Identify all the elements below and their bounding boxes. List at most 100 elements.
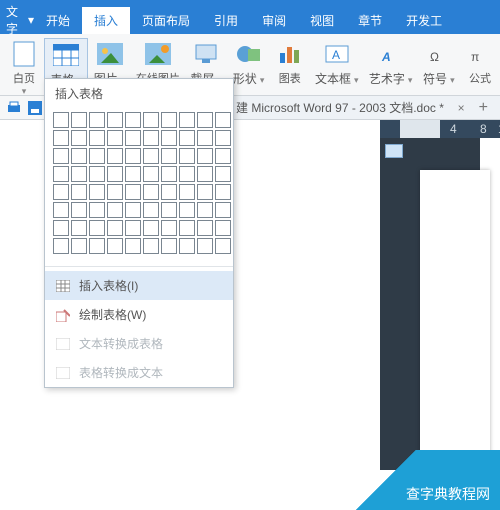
- grid-cell[interactable]: [89, 112, 105, 128]
- tab-developer[interactable]: 开发工: [394, 7, 454, 34]
- grid-cell[interactable]: [125, 220, 141, 236]
- grid-cell[interactable]: [53, 166, 69, 182]
- grid-cell[interactable]: [197, 166, 213, 182]
- grid-cell[interactable]: [125, 112, 141, 128]
- grid-cell[interactable]: [53, 220, 69, 236]
- grid-cell[interactable]: [53, 184, 69, 200]
- grid-cell[interactable]: [161, 220, 177, 236]
- grid-cell[interactable]: [107, 166, 123, 182]
- textbox-button[interactable]: A 文本框 ▾: [310, 38, 364, 89]
- grid-cell[interactable]: [215, 148, 231, 164]
- chart-button[interactable]: 图表: [270, 38, 310, 88]
- grid-cell[interactable]: [161, 238, 177, 254]
- tab-layout[interactable]: 页面布局: [130, 7, 202, 34]
- grid-cell[interactable]: [107, 202, 123, 218]
- grid-cell[interactable]: [197, 220, 213, 236]
- new-doc-button[interactable]: +: [473, 99, 494, 117]
- grid-cell[interactable]: [161, 112, 177, 128]
- grid-cell[interactable]: [161, 148, 177, 164]
- grid-cell[interactable]: [143, 112, 159, 128]
- grid-cell[interactable]: [125, 166, 141, 182]
- save-icon[interactable]: [28, 101, 42, 115]
- grid-cell[interactable]: [215, 166, 231, 182]
- grid-cell[interactable]: [89, 130, 105, 146]
- document-tab[interactable]: Microsoft Word 97 - 2003 文档.doc *: [251, 99, 444, 116]
- grid-cell[interactable]: [179, 166, 195, 182]
- grid-cell[interactable]: [179, 112, 195, 128]
- grid-cell[interactable]: [89, 238, 105, 254]
- grid-cell[interactable]: [215, 202, 231, 218]
- grid-cell[interactable]: [215, 112, 231, 128]
- grid-cell[interactable]: [89, 220, 105, 236]
- document-page[interactable]: [420, 170, 490, 490]
- grid-cell[interactable]: [143, 202, 159, 218]
- grid-cell[interactable]: [161, 184, 177, 200]
- grid-cell[interactable]: [197, 112, 213, 128]
- formula-button[interactable]: π 公式: [460, 38, 500, 88]
- grid-cell[interactable]: [197, 184, 213, 200]
- grid-cell[interactable]: [143, 166, 159, 182]
- grid-cell[interactable]: [107, 220, 123, 236]
- close-doc-button[interactable]: ×: [450, 101, 473, 115]
- grid-cell[interactable]: [71, 130, 87, 146]
- app-label[interactable]: 文字▾: [6, 6, 34, 34]
- grid-cell[interactable]: [179, 148, 195, 164]
- grid-cell[interactable]: [161, 130, 177, 146]
- grid-cell[interactable]: [215, 184, 231, 200]
- grid-cell[interactable]: [161, 166, 177, 182]
- grid-cell[interactable]: [125, 184, 141, 200]
- grid-cell[interactable]: [143, 130, 159, 146]
- grid-cell[interactable]: [71, 148, 87, 164]
- grid-cell[interactable]: [71, 202, 87, 218]
- grid-cell[interactable]: [179, 202, 195, 218]
- grid-cell[interactable]: [179, 130, 195, 146]
- tab-references[interactable]: 引用: [202, 7, 250, 34]
- grid-cell[interactable]: [71, 166, 87, 182]
- grid-cell[interactable]: [179, 238, 195, 254]
- grid-cell[interactable]: [143, 220, 159, 236]
- grid-cell[interactable]: [89, 202, 105, 218]
- grid-cell[interactable]: [125, 238, 141, 254]
- tab-review[interactable]: 审阅: [250, 7, 298, 34]
- tab-insert[interactable]: 插入: [82, 7, 130, 34]
- paste-options-icon[interactable]: [385, 144, 403, 158]
- grid-cell[interactable]: [53, 130, 69, 146]
- grid-cell[interactable]: [143, 238, 159, 254]
- grid-cell[interactable]: [215, 238, 231, 254]
- grid-cell[interactable]: [143, 184, 159, 200]
- grid-cell[interactable]: [107, 184, 123, 200]
- grid-cell[interactable]: [125, 130, 141, 146]
- grid-cell[interactable]: [71, 238, 87, 254]
- grid-cell[interactable]: [143, 148, 159, 164]
- grid-cell[interactable]: [179, 184, 195, 200]
- grid-cell[interactable]: [71, 220, 87, 236]
- print-icon[interactable]: [6, 101, 22, 115]
- menu-insert-table[interactable]: 插入表格(I): [45, 271, 233, 300]
- grid-cell[interactable]: [215, 220, 231, 236]
- wordart-button[interactable]: A 艺术字 ▾: [364, 38, 418, 89]
- grid-cell[interactable]: [89, 166, 105, 182]
- grid-cell[interactable]: [53, 112, 69, 128]
- table-size-grid[interactable]: [45, 108, 233, 262]
- tab-view[interactable]: 视图: [298, 7, 346, 34]
- grid-cell[interactable]: [197, 148, 213, 164]
- symbol-button[interactable]: Ω 符号 ▾: [418, 38, 460, 89]
- grid-cell[interactable]: [53, 202, 69, 218]
- blank-page-button[interactable]: 白页▾: [4, 38, 44, 99]
- grid-cell[interactable]: [197, 130, 213, 146]
- grid-cell[interactable]: [125, 202, 141, 218]
- grid-cell[interactable]: [107, 238, 123, 254]
- grid-cell[interactable]: [107, 148, 123, 164]
- grid-cell[interactable]: [107, 130, 123, 146]
- grid-cell[interactable]: [197, 202, 213, 218]
- tab-home[interactable]: 开始: [34, 7, 82, 34]
- grid-cell[interactable]: [179, 220, 195, 236]
- grid-cell[interactable]: [125, 148, 141, 164]
- tab-chapter[interactable]: 章节: [346, 7, 394, 34]
- grid-cell[interactable]: [197, 238, 213, 254]
- grid-cell[interactable]: [215, 130, 231, 146]
- grid-cell[interactable]: [53, 238, 69, 254]
- grid-cell[interactable]: [71, 112, 87, 128]
- grid-cell[interactable]: [71, 184, 87, 200]
- menu-draw-table[interactable]: 绘制表格(W): [45, 300, 233, 329]
